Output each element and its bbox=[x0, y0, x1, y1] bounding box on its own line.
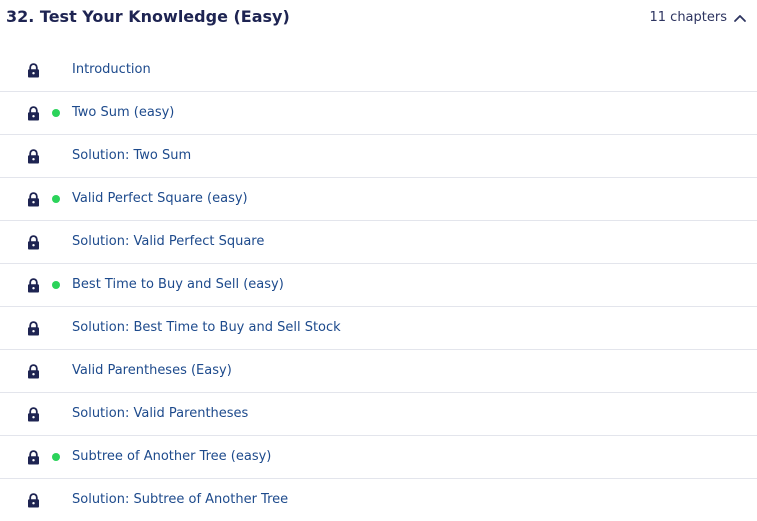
chapter-item-7[interactable]: Solution: Best Time to Buy and Sell Stoc… bbox=[0, 307, 757, 350]
status-dot bbox=[52, 109, 60, 117]
chapter-item-9[interactable]: Solution: Valid Parentheses bbox=[0, 393, 757, 436]
chapter-item-6[interactable]: Best Time to Buy and Sell (easy) bbox=[0, 264, 757, 307]
chapter-title: Solution: Valid Parentheses bbox=[72, 406, 249, 421]
chapter-item-11[interactable]: Solution: Subtree of Another Tree bbox=[0, 479, 757, 521]
lock-icon bbox=[28, 407, 39, 422]
status-dot bbox=[52, 195, 60, 203]
chapter-title: Two Sum (easy) bbox=[72, 105, 175, 120]
section-title: 32. Test Your Knowledge (Easy) bbox=[6, 7, 290, 26]
chapter-count: 11 chapters bbox=[649, 10, 728, 25]
lock-icon bbox=[28, 106, 39, 121]
chapter-item-5[interactable]: Solution: Valid Perfect Square bbox=[0, 221, 757, 264]
chapter-title: Solution: Best Time to Buy and Sell Stoc… bbox=[72, 320, 341, 335]
chapter-item-8[interactable]: Valid Parentheses (Easy) bbox=[0, 350, 757, 393]
chapter-item-4[interactable]: Valid Perfect Square (easy) bbox=[0, 178, 757, 221]
chapter-title: Best Time to Buy and Sell (easy) bbox=[72, 277, 284, 292]
lock-icon bbox=[28, 450, 39, 465]
chapter-title: Valid Parentheses (Easy) bbox=[72, 363, 232, 378]
chapter-item-2[interactable]: Two Sum (easy) bbox=[0, 92, 757, 135]
chapter-title: Solution: Valid Perfect Square bbox=[72, 234, 265, 249]
chapter-item-3[interactable]: Solution: Two Sum bbox=[0, 135, 757, 178]
chapter-title: Introduction bbox=[72, 62, 151, 77]
chevron-up-icon[interactable] bbox=[733, 11, 747, 25]
lock-icon bbox=[28, 278, 39, 293]
lock-icon bbox=[28, 192, 39, 207]
section-header[interactable]: 32. Test Your Knowledge (Easy) 11 chapte… bbox=[0, 0, 757, 36]
chapter-title: Valid Perfect Square (easy) bbox=[72, 191, 248, 206]
lock-icon bbox=[28, 149, 39, 164]
lock-icon bbox=[28, 63, 39, 78]
lock-icon bbox=[28, 493, 39, 508]
chapter-list: Introduction Two Sum (easy) Solution: Tw… bbox=[0, 49, 757, 521]
lock-icon bbox=[28, 364, 39, 379]
status-dot bbox=[52, 453, 60, 461]
lock-icon bbox=[28, 321, 39, 336]
chapter-item-1[interactable]: Introduction bbox=[0, 49, 757, 92]
chapter-item-10[interactable]: Subtree of Another Tree (easy) bbox=[0, 436, 757, 479]
chapter-title: Solution: Two Sum bbox=[72, 148, 192, 163]
lock-icon bbox=[28, 235, 39, 250]
chapter-title: Subtree of Another Tree (easy) bbox=[72, 449, 272, 464]
chapter-title: Solution: Subtree of Another Tree bbox=[72, 492, 289, 507]
status-dot bbox=[52, 281, 60, 289]
